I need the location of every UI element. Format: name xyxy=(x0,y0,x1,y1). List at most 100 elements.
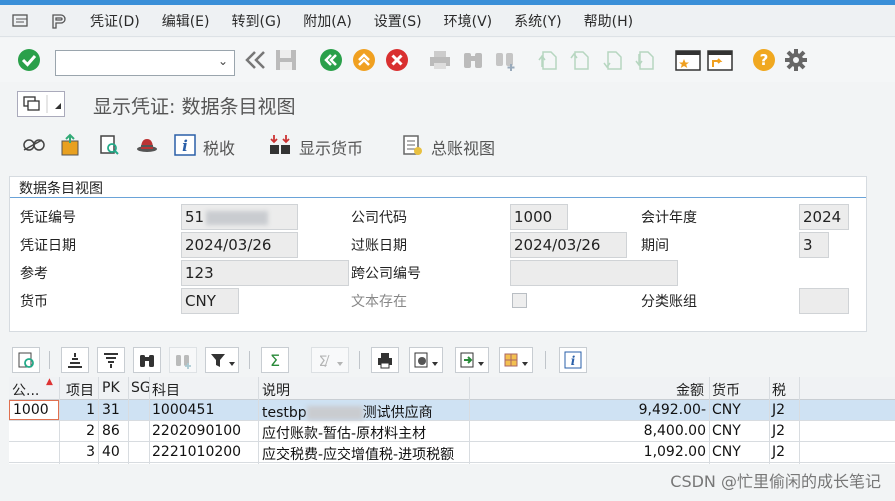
new-session-icon[interactable] xyxy=(675,47,701,73)
sort-ascending-icon[interactable] xyxy=(61,347,89,373)
tax-button[interactable]: 税收 xyxy=(203,135,235,159)
chevron-down-icon[interactable]: ⌄ xyxy=(218,54,228,68)
back-icon[interactable] xyxy=(318,47,344,73)
details-icon[interactable] xyxy=(12,347,40,373)
cell-description[interactable]: 应付账款-暂估-原材料主材 xyxy=(262,423,426,443)
cell-currency[interactable]: CNY xyxy=(712,444,741,460)
table-row[interactable]: 2 86 2202090100 应付账款-暂估-原材料主材 8,400.00 C… xyxy=(9,421,895,442)
export-icon[interactable] xyxy=(455,347,489,373)
cell-item[interactable]: 2 xyxy=(61,423,95,439)
column-divider xyxy=(799,377,800,464)
gl-view-icon[interactable] xyxy=(399,132,425,158)
cell-amount[interactable]: 1,092.00 xyxy=(599,444,706,460)
cross-cc-field[interactable] xyxy=(510,260,678,286)
command-field[interactable]: ⌄ xyxy=(55,50,235,76)
find-icon[interactable] xyxy=(133,347,161,373)
cell-currency[interactable]: CNY xyxy=(712,423,741,439)
cancel-icon[interactable] xyxy=(384,47,410,73)
cell-description[interactable]: testbp 测试供应商 xyxy=(262,402,433,422)
cell-account[interactable]: 2202090100 xyxy=(152,423,241,439)
column-header-description[interactable]: 说明 xyxy=(262,380,290,400)
customize-icon[interactable] xyxy=(783,47,809,73)
layout-icon[interactable] xyxy=(499,347,533,373)
posting-date-field[interactable]: 2024/03/26 xyxy=(510,232,627,258)
cell-pk[interactable]: 31 xyxy=(102,402,120,418)
document-header-icon[interactable] xyxy=(57,132,83,158)
cell-account[interactable]: 1000451 xyxy=(152,402,214,418)
cell-company-code[interactable]: 1000 xyxy=(9,400,59,420)
sum-icon[interactable]: Σ xyxy=(261,347,289,373)
ledger-group-field[interactable] xyxy=(799,288,849,314)
column-header-account[interactable]: 科目 xyxy=(152,380,180,400)
display-change-icon[interactable] xyxy=(20,132,46,158)
column-header-amount[interactable]: 金额 xyxy=(676,380,704,400)
find-icon[interactable] xyxy=(460,47,486,73)
fiscal-year-field[interactable]: 2024 xyxy=(799,204,849,230)
cell-tax[interactable]: J2 xyxy=(772,402,785,418)
cell-currency[interactable]: CNY xyxy=(712,402,741,418)
cell-pk[interactable]: 40 xyxy=(102,444,120,460)
subtotal-icon[interactable]: Σ xyxy=(311,347,349,373)
gl-view-button[interactable]: 总账视图 xyxy=(431,135,495,159)
generic-object-icon[interactable] xyxy=(50,13,68,29)
exit-icon[interactable] xyxy=(351,47,377,73)
cell-tax[interactable]: J2 xyxy=(772,423,785,439)
cell-amount[interactable]: 8,400.00 xyxy=(599,423,706,439)
column-header-sg[interactable]: SG xyxy=(131,380,151,396)
other-document-icon[interactable] xyxy=(17,91,65,117)
table-row[interactable]: 3 40 2221010200 应交税费-应交增值税-进项税额 1,092.00… xyxy=(9,442,895,463)
cell-tax[interactable]: J2 xyxy=(772,444,785,460)
menu-goto[interactable]: 转到(G) xyxy=(232,11,282,31)
menu-help[interactable]: 帮助(H) xyxy=(584,11,633,31)
back-nav-icon[interactable] xyxy=(243,47,269,73)
find-next-icon[interactable] xyxy=(492,47,518,73)
help-icon[interactable]: ? xyxy=(751,47,777,73)
column-header-item[interactable]: 项目 xyxy=(66,380,94,400)
cell-amount[interactable]: 9,492.00- xyxy=(599,402,706,418)
menu-environment[interactable]: 环境(V) xyxy=(444,11,493,31)
column-divider xyxy=(709,377,710,464)
print-icon[interactable] xyxy=(371,347,399,373)
display-currency-button[interactable]: 显示货币 xyxy=(299,135,363,159)
text-exists-checkbox[interactable] xyxy=(512,293,527,308)
reference-field[interactable]: 123 xyxy=(181,260,349,286)
info-icon[interactable]: i xyxy=(559,347,587,373)
prev-page-icon[interactable] xyxy=(567,47,593,73)
sort-descending-icon[interactable] xyxy=(97,347,125,373)
menu-list-icon[interactable] xyxy=(12,13,30,29)
enter-icon[interactable] xyxy=(16,47,42,73)
save-icon[interactable] xyxy=(273,47,299,73)
menu-edit[interactable]: 编辑(E) xyxy=(162,11,210,31)
doc-date-field[interactable]: 2024/03/26 xyxy=(181,232,298,258)
table-row[interactable]: 1000 1 31 1000451 testbp 测试供应商 9,492.00- … xyxy=(9,400,895,421)
print-icon[interactable] xyxy=(427,47,453,73)
filter-icon[interactable] xyxy=(205,347,239,373)
next-page-icon[interactable] xyxy=(600,47,626,73)
column-header-currency[interactable]: 货币 xyxy=(712,380,740,400)
menu-settings[interactable]: 设置(S) xyxy=(374,11,422,31)
column-header-company-code[interactable]: 公... xyxy=(12,380,39,400)
cell-description[interactable]: 应交税费-应交增值税-进项税额 xyxy=(262,444,454,464)
find-next-icon[interactable] xyxy=(169,347,197,373)
menu-extras[interactable]: 附加(A) xyxy=(303,11,352,31)
currency-icon[interactable] xyxy=(267,132,293,158)
cell-pk[interactable]: 86 xyxy=(102,423,120,439)
period-field[interactable]: 3 xyxy=(799,232,829,258)
company-code-field[interactable]: 1000 xyxy=(510,204,568,230)
menu-document[interactable]: 凭证(D) xyxy=(90,11,140,31)
cell-account[interactable]: 2221010200 xyxy=(152,444,241,460)
doc-overview-icon[interactable] xyxy=(96,132,122,158)
last-page-icon[interactable] xyxy=(632,47,658,73)
currency-field[interactable]: CNY xyxy=(181,288,239,314)
hat-icon[interactable] xyxy=(134,132,160,158)
cell-item[interactable]: 1 xyxy=(61,402,95,418)
info-icon[interactable]: i xyxy=(172,132,198,158)
cell-item[interactable]: 3 xyxy=(61,444,95,460)
menu-system[interactable]: 系统(Y) xyxy=(514,11,561,31)
doc-no-field[interactable]: 51 xyxy=(181,204,298,230)
shortcut-icon[interactable] xyxy=(707,47,733,73)
column-header-pk[interactable]: PK xyxy=(102,380,120,396)
column-header-tax[interactable]: 税 xyxy=(772,380,786,400)
first-page-icon[interactable] xyxy=(535,47,561,73)
views-icon[interactable] xyxy=(409,347,443,373)
